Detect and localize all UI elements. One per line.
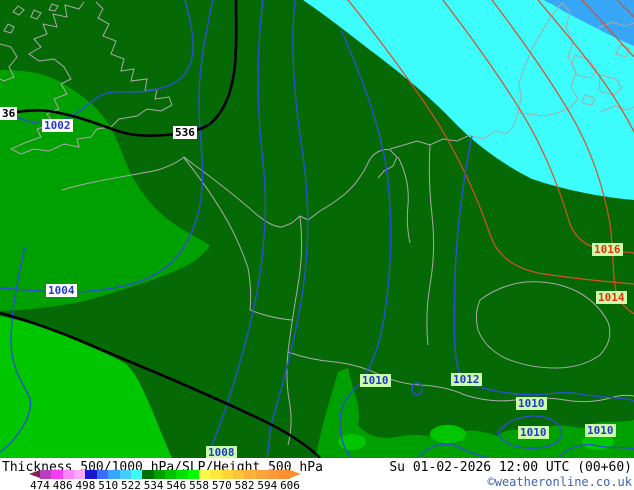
scale-ticks: 474 486 498 510 522 534 546 558 570 582 594 606 xyxy=(30,479,300,490)
scale-arrow-right xyxy=(290,470,301,478)
scale-tick-label: 498 xyxy=(75,479,96,490)
weather-map: 36 1002 536 1004 1008 1010 1012 1010 1010 1010 101… xyxy=(0,0,634,459)
scale-cell xyxy=(267,470,279,479)
scale-cell xyxy=(255,470,268,479)
scale-tick-label: 570 xyxy=(211,479,232,490)
scale-tick-label: 606 xyxy=(280,479,300,490)
thickness-patch-bright xyxy=(430,425,466,443)
scale-cell xyxy=(142,470,154,479)
scale-tick-label: 474 xyxy=(30,479,50,490)
scale-tick-label: 558 xyxy=(189,479,210,490)
scale-cell xyxy=(85,470,97,479)
scale-tick-label: 594 xyxy=(257,479,278,490)
weather-chart-page: 36 1002 536 1004 1008 1010 1012 1010 1010 1010 101… xyxy=(0,0,634,490)
scale-cell xyxy=(51,470,63,479)
scale-cell xyxy=(244,470,256,479)
scale-tick-label: 486 xyxy=(52,479,73,490)
scale-cell xyxy=(153,470,165,479)
scale-arrow-left xyxy=(29,470,40,478)
scale-cell xyxy=(62,470,75,479)
scale-bar xyxy=(40,470,290,479)
thickness-color-scale: 474 486 498 510 522 534 546 558 570 582 594 606 xyxy=(29,470,301,490)
legend-bar: Thickness 500/1000 hPa/SLP/Height 500 hP… xyxy=(0,458,634,490)
scale-tick-label: 534 xyxy=(143,479,164,490)
copyright-link[interactable]: ©weatheronline.co.uk xyxy=(488,475,633,489)
scale-cell xyxy=(199,470,211,479)
scale-cell xyxy=(187,470,200,479)
scale-cell xyxy=(278,470,290,479)
scale-cell xyxy=(221,470,234,479)
scale-cell xyxy=(74,470,86,479)
scale-cell xyxy=(130,470,143,479)
scale-cell xyxy=(164,470,177,479)
scale-cell xyxy=(96,470,109,479)
scale-tick-label: 546 xyxy=(166,479,187,490)
scale-cell xyxy=(119,470,131,479)
scale-tick-label: 510 xyxy=(98,479,119,490)
legend-datetime: Su 01-02-2026 12:00 UTC (00+60) xyxy=(389,460,632,475)
scale-cell xyxy=(40,470,52,479)
scale-cell xyxy=(233,470,245,479)
scale-cell xyxy=(210,470,222,479)
scale-tick-label: 522 xyxy=(120,479,141,490)
map-canvas xyxy=(0,0,634,458)
scale-tick-label: 582 xyxy=(234,479,255,490)
scale-cell xyxy=(176,470,188,479)
scale-cell xyxy=(108,470,120,479)
